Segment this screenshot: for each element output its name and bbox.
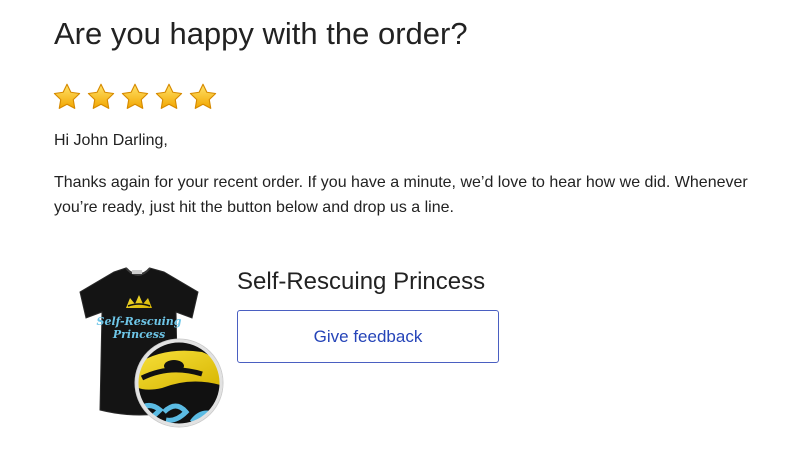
product-name: Self-Rescuing Princess [237, 268, 486, 295]
star-icon[interactable] [154, 82, 184, 112]
greeting-text: Hi John Darling, [54, 132, 168, 149]
star-icon[interactable] [188, 82, 218, 112]
give-feedback-button[interactable]: Give feedback [237, 310, 499, 363]
shirt-print-line2: Princess [112, 328, 165, 341]
star-icon[interactable] [86, 82, 116, 112]
star-rating [52, 82, 218, 112]
star-icon[interactable] [52, 82, 82, 112]
page-title: Are you happy with the order? [54, 16, 468, 51]
shirt-print-line1: Self-Rescuing [97, 315, 182, 328]
tshirt-product-image[interactable]: Self-Rescuing Princess [52, 262, 224, 428]
email-body: Are you happy with the order? Hi John Da… [0, 0, 800, 463]
message-text: Thanks again for your recent order. If y… [54, 174, 748, 216]
star-icon[interactable] [120, 82, 150, 112]
